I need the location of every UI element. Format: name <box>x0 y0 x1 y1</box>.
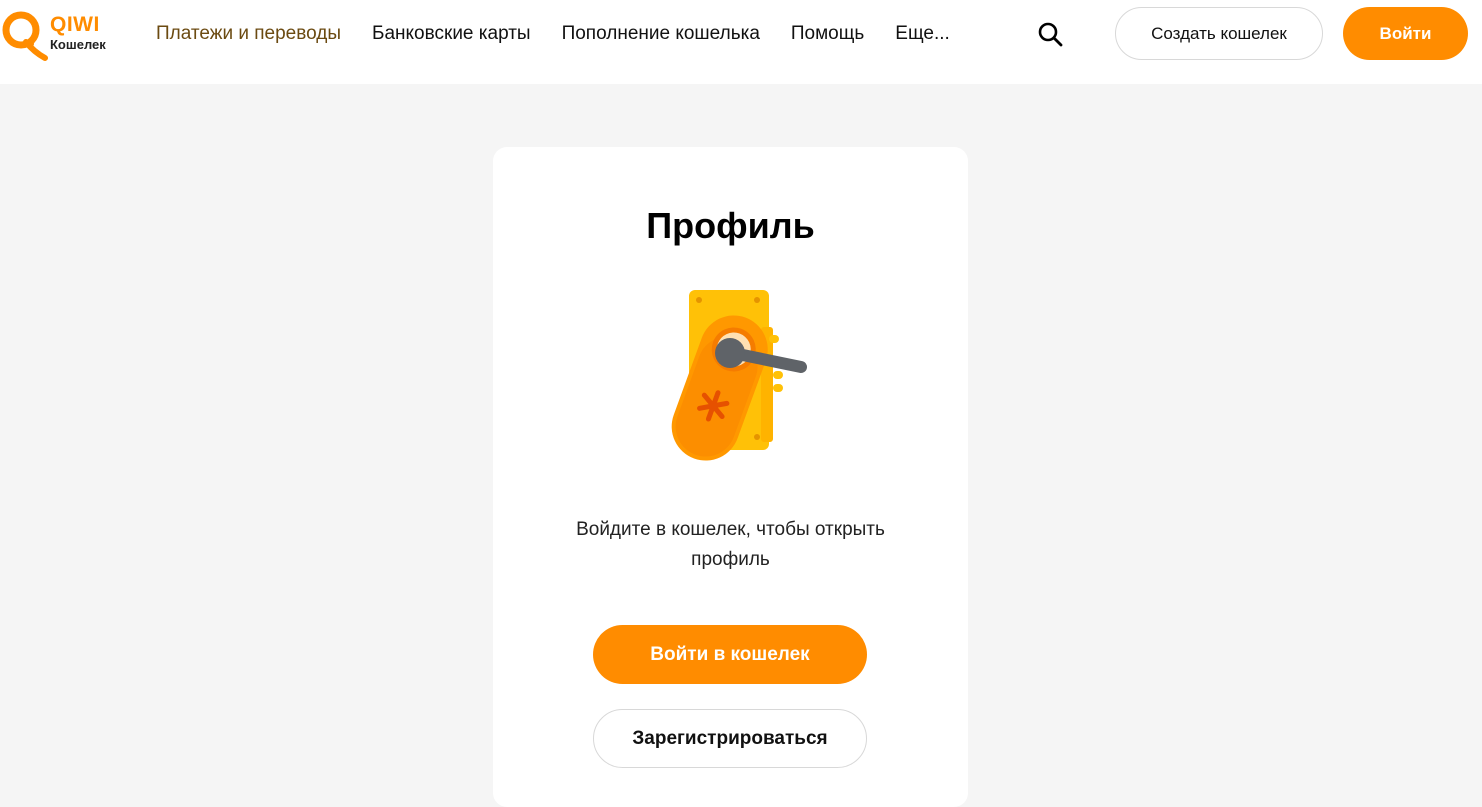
nav-item-more[interactable]: Еще... <box>895 23 950 45</box>
page-title: Профиль <box>646 205 815 246</box>
nav-item-help[interactable]: Помощь <box>791 23 864 45</box>
nav-item-top-up[interactable]: Пополнение кошелька <box>562 23 760 45</box>
nav-item-payments[interactable]: Платежи и переводы <box>156 23 341 45</box>
login-button[interactable]: Войти <box>1343 7 1468 60</box>
search-icon[interactable] <box>1037 21 1063 47</box>
qiwi-logo-icon <box>2 11 48 61</box>
site-header: QIWI Кошелек Платежи и переводы Банковск… <box>0 0 1482 84</box>
profile-card: Профиль Войдите в кошелек, чтобы открыть… <box>493 147 968 807</box>
login-wallet-button[interactable]: Войти в кошелек <box>593 625 867 684</box>
logo-subtitle: Кошелек <box>50 37 106 52</box>
register-button[interactable]: Зарегистрироваться <box>593 709 867 768</box>
nav-item-bank-cards[interactable]: Банковские карты <box>372 23 531 45</box>
qiwi-logo[interactable]: QIWI Кошелек <box>0 8 120 64</box>
main-nav: Платежи и переводы Банковские карты Попо… <box>156 22 950 46</box>
logo-brand-text: QIWI <box>50 13 100 36</box>
login-prompt-text: Войдите в кошелек, чтобы открыть профиль <box>576 519 885 570</box>
door-lock-illustration <box>671 290 807 461</box>
create-wallet-button[interactable]: Создать кошелек <box>1115 7 1323 60</box>
